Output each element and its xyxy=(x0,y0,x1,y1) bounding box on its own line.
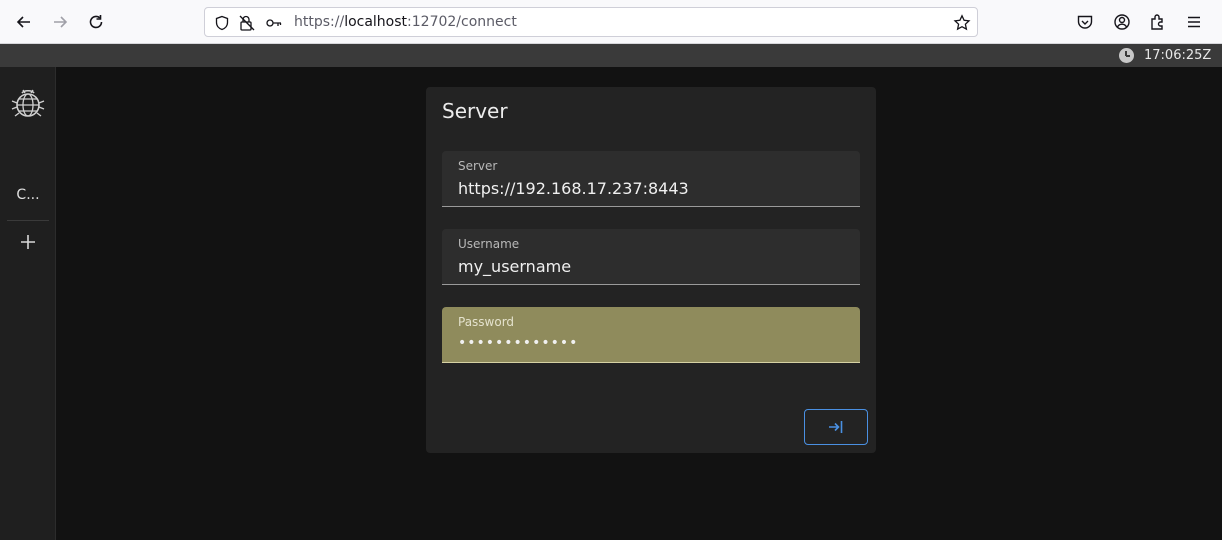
arrow-left-icon xyxy=(16,16,30,28)
arrow-right-icon xyxy=(54,16,68,28)
sidebar-connection-item[interactable]: C... xyxy=(6,187,50,203)
url-path: :12702/connect xyxy=(407,14,517,30)
address-bar[interactable]: https://localhost:12702/connect xyxy=(204,7,978,37)
login-icon xyxy=(829,421,843,433)
key-icon[interactable] xyxy=(265,14,283,32)
password-field[interactable]: Password ••••••••••••• xyxy=(442,307,860,363)
reload-icon xyxy=(89,15,103,29)
login-button[interactable] xyxy=(804,409,868,445)
menu-icon[interactable] xyxy=(1184,12,1204,32)
account-icon[interactable] xyxy=(1112,12,1132,32)
insecure-lock-icon[interactable] xyxy=(238,14,256,32)
clock-time: 17:06:25Z xyxy=(1144,48,1212,63)
add-connection-button[interactable] xyxy=(16,230,40,254)
shield-icon[interactable] xyxy=(213,14,231,32)
url-scheme: https:// xyxy=(294,14,345,30)
password-field-label: Password xyxy=(458,315,515,329)
bug-globe-logo-icon[interactable] xyxy=(9,84,47,122)
server-login-card: Server Server https://192.168.17.237:844… xyxy=(426,87,876,453)
card-title: Server xyxy=(442,99,508,123)
clock-icon xyxy=(1119,48,1134,63)
app-header: 17:06:25Z xyxy=(0,44,1222,67)
extensions-icon[interactable] xyxy=(1148,12,1168,32)
browser-toolbar: https://localhost:12702/connect xyxy=(0,0,1222,44)
server-field[interactable]: Server https://192.168.17.237:8443 xyxy=(442,151,860,207)
pocket-icon[interactable] xyxy=(1075,12,1095,32)
bookmark-star-icon[interactable] xyxy=(953,14,971,32)
server-field-label: Server xyxy=(458,159,498,173)
forward-button[interactable] xyxy=(47,9,73,35)
username-field-value[interactable]: my_username xyxy=(458,257,571,276)
reload-button[interactable] xyxy=(83,9,109,35)
password-field-value[interactable]: ••••••••••••• xyxy=(458,335,578,351)
username-field[interactable]: Username my_username xyxy=(442,229,860,285)
back-button[interactable] xyxy=(11,9,37,35)
plus-icon xyxy=(21,235,35,249)
server-field-value[interactable]: https://192.168.17.237:8443 xyxy=(458,179,689,198)
username-field-label: Username xyxy=(458,237,520,251)
sidebar: C... xyxy=(0,67,56,540)
sidebar-divider xyxy=(7,220,49,221)
url-host: localhost xyxy=(344,14,408,30)
url-text: https://localhost:12702/connect xyxy=(294,14,517,30)
